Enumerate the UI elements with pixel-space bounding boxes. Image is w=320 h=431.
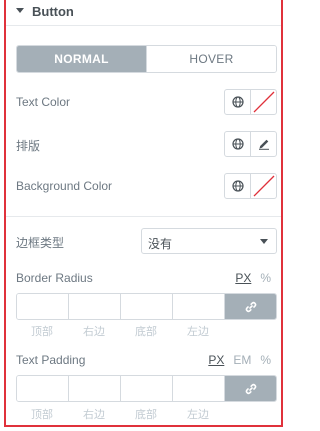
button-style-panel: Button NORMAL HOVER Text Color 排版 Backgr…	[4, 0, 283, 427]
caret-down-icon	[16, 8, 24, 13]
border-radius-field-labels: 顶部 右边 底部 左边	[16, 323, 224, 339]
label-top: 顶部	[31, 326, 53, 338]
background-color-control: Background Color	[16, 173, 277, 199]
text-padding-top-field[interactable]	[17, 376, 69, 401]
label-bottom: 底部	[135, 409, 157, 421]
background-color-swatch[interactable]	[250, 174, 276, 198]
border-radius-top-field[interactable]	[17, 294, 69, 319]
label-right: 右边	[83, 326, 105, 338]
border-radius-fields	[16, 293, 277, 320]
label-left: 左边	[187, 409, 209, 421]
typography-label: 排版	[16, 139, 41, 153]
text-padding-units: PX EM %	[208, 353, 271, 367]
text-padding-right-input[interactable]	[69, 376, 120, 401]
label-bottom: 底部	[135, 326, 157, 338]
link-icon	[245, 301, 256, 312]
border-type-value: 没有	[148, 237, 173, 251]
border-radius-right-input[interactable]	[69, 294, 120, 319]
globe-icon[interactable]	[225, 174, 250, 198]
border-radius-units: PX %	[235, 271, 271, 285]
text-padding-right-field[interactable]	[69, 376, 121, 401]
text-color-control: Text Color	[16, 89, 277, 115]
label-right: 右边	[83, 409, 105, 421]
chevron-down-icon	[260, 239, 268, 244]
border-radius-link-button[interactable]	[225, 294, 276, 319]
text-padding-bottom-field[interactable]	[121, 376, 173, 401]
text-color-swatch[interactable]	[250, 90, 276, 114]
text-padding-label: Text Padding	[16, 353, 86, 367]
text-padding-left-input[interactable]	[173, 376, 224, 401]
border-radius-label: Border Radius	[16, 271, 93, 285]
typography-control: 排版	[16, 131, 277, 157]
text-padding-fields	[16, 375, 277, 402]
text-padding-link-button[interactable]	[225, 376, 276, 401]
section-divider	[6, 216, 281, 217]
text-padding-left-field[interactable]	[173, 376, 225, 401]
background-color-controls	[224, 173, 277, 199]
border-type-select[interactable]: 没有	[141, 228, 277, 254]
tab-normal[interactable]: NORMAL	[17, 46, 146, 72]
unit-em[interactable]: EM	[233, 353, 251, 367]
empty-color-swatch	[253, 91, 275, 113]
pencil-icon[interactable]	[250, 132, 276, 156]
text-color-controls	[224, 89, 277, 115]
border-radius-bottom-field[interactable]	[121, 294, 173, 319]
tab-hover[interactable]: HOVER	[146, 46, 276, 72]
border-radius-left-input[interactable]	[173, 294, 224, 319]
label-top: 顶部	[31, 409, 53, 421]
link-icon	[245, 383, 256, 394]
border-radius-bottom-input[interactable]	[121, 294, 172, 319]
unit-px[interactable]: PX	[235, 271, 251, 285]
empty-color-swatch	[253, 175, 275, 197]
border-radius-top-input[interactable]	[17, 294, 68, 319]
text-padding-bottom-input[interactable]	[121, 376, 172, 401]
unit-percent[interactable]: %	[260, 353, 271, 367]
section-title: Button	[32, 4, 74, 19]
text-padding-top-input[interactable]	[17, 376, 68, 401]
globe-icon[interactable]	[225, 132, 250, 156]
label-left: 左边	[187, 326, 209, 338]
border-radius-left-field[interactable]	[173, 294, 225, 319]
state-tabs: NORMAL HOVER	[16, 45, 277, 73]
text-padding-field-labels: 顶部 右边 底部 左边	[16, 406, 224, 422]
background-color-label: Background Color	[16, 179, 113, 193]
unit-percent[interactable]: %	[260, 271, 271, 285]
text-color-label: Text Color	[16, 95, 71, 109]
typography-controls	[224, 131, 277, 157]
border-radius-right-field[interactable]	[69, 294, 121, 319]
border-type-label: 边框类型	[16, 236, 65, 250]
globe-icon[interactable]	[225, 90, 250, 114]
section-header-button[interactable]: Button	[6, 0, 281, 26]
unit-px[interactable]: PX	[208, 353, 224, 367]
